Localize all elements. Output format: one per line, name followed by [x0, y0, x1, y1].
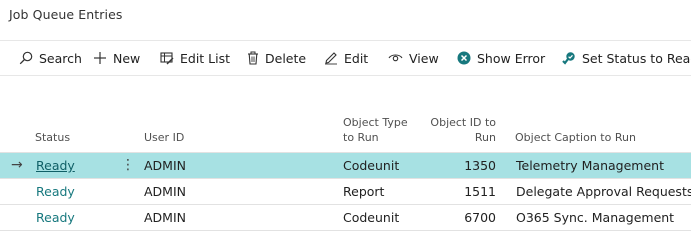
- search-button[interactable]: Search: [19, 41, 82, 75]
- status-link[interactable]: Ready: [36, 153, 75, 178]
- search-label: Search: [39, 50, 82, 66]
- column-header-object-id-line1: Object ID to: [430, 116, 496, 129]
- object-type-cell: Codeunit: [343, 210, 400, 225]
- search-icon: [19, 51, 39, 65]
- plus-icon: [93, 51, 113, 65]
- column-header-object-type[interactable]: Object Type to Run: [343, 115, 408, 145]
- object-caption-cell: Delegate Approval Requests: [516, 184, 691, 199]
- row-indicator-arrow-icon: →: [11, 157, 23, 173]
- column-header-object-id-line2: Run: [474, 131, 496, 144]
- column-header-user-id[interactable]: User ID: [144, 130, 184, 145]
- object-type-cell: Codeunit: [343, 158, 400, 173]
- table-row[interactable]: Ready ADMIN Report 1511 Delegate Approva…: [0, 179, 691, 205]
- object-id-cell: 6700: [464, 210, 496, 225]
- object-type-cell: Report: [343, 184, 385, 199]
- edit-list-icon: [160, 51, 180, 65]
- object-caption-cell: O365 Sync. Management: [516, 210, 675, 225]
- column-header-status[interactable]: Status: [35, 130, 70, 145]
- user-id-cell: ADMIN: [144, 210, 186, 225]
- eye-icon: [388, 51, 409, 65]
- delete-label: Delete: [265, 50, 307, 66]
- page-title: Job Queue Entries: [9, 7, 123, 22]
- show-error-label: Show Error: [477, 50, 546, 66]
- view-button[interactable]: View: [388, 41, 439, 75]
- table-row[interactable]: Ready ADMIN Codeunit 6700 O365 Sync. Man…: [0, 205, 691, 231]
- edit-label: Edit: [344, 50, 369, 66]
- new-label: New: [113, 50, 141, 66]
- show-error-button[interactable]: Show Error: [457, 41, 545, 75]
- delete-button[interactable]: Delete: [247, 41, 306, 75]
- column-header-object-type-line1: Object Type: [343, 116, 408, 129]
- new-button[interactable]: New: [93, 41, 140, 75]
- object-id-cell: 1511: [464, 184, 496, 199]
- edit-list-button[interactable]: Edit List: [160, 41, 230, 75]
- table-row[interactable]: → Ready ⋮ ADMIN Codeunit 1350 Telemetry …: [0, 153, 691, 179]
- column-header-object-type-line2: to Run: [343, 131, 379, 144]
- set-status-label: Set Status to Ready: [582, 50, 691, 66]
- view-label: View: [409, 50, 439, 66]
- status-link[interactable]: Ready: [36, 179, 75, 204]
- edit-button[interactable]: Edit: [324, 41, 368, 75]
- column-header-object-caption[interactable]: Object Caption to Run: [515, 130, 636, 145]
- edit-list-label: Edit List: [180, 50, 231, 66]
- row-actions-icon[interactable]: ⋮: [121, 153, 135, 178]
- set-status-ready-button[interactable]: Set Status to Ready: [561, 41, 691, 75]
- table-header: Status User ID Object Type to Run Object…: [0, 112, 691, 152]
- action-bar: Search New Edit List Delete Edit View Sh…: [0, 40, 691, 76]
- status-link[interactable]: Ready: [36, 205, 75, 230]
- error-icon: [457, 51, 477, 65]
- object-id-cell: 1350: [464, 158, 496, 173]
- user-id-cell: ADMIN: [144, 184, 186, 199]
- set-status-icon: [561, 51, 582, 66]
- trash-icon: [247, 51, 265, 65]
- object-caption-cell: Telemetry Management: [516, 158, 664, 173]
- pencil-icon: [324, 51, 344, 65]
- user-id-cell: ADMIN: [144, 158, 186, 173]
- column-header-object-id[interactable]: Object ID to Run: [420, 115, 496, 145]
